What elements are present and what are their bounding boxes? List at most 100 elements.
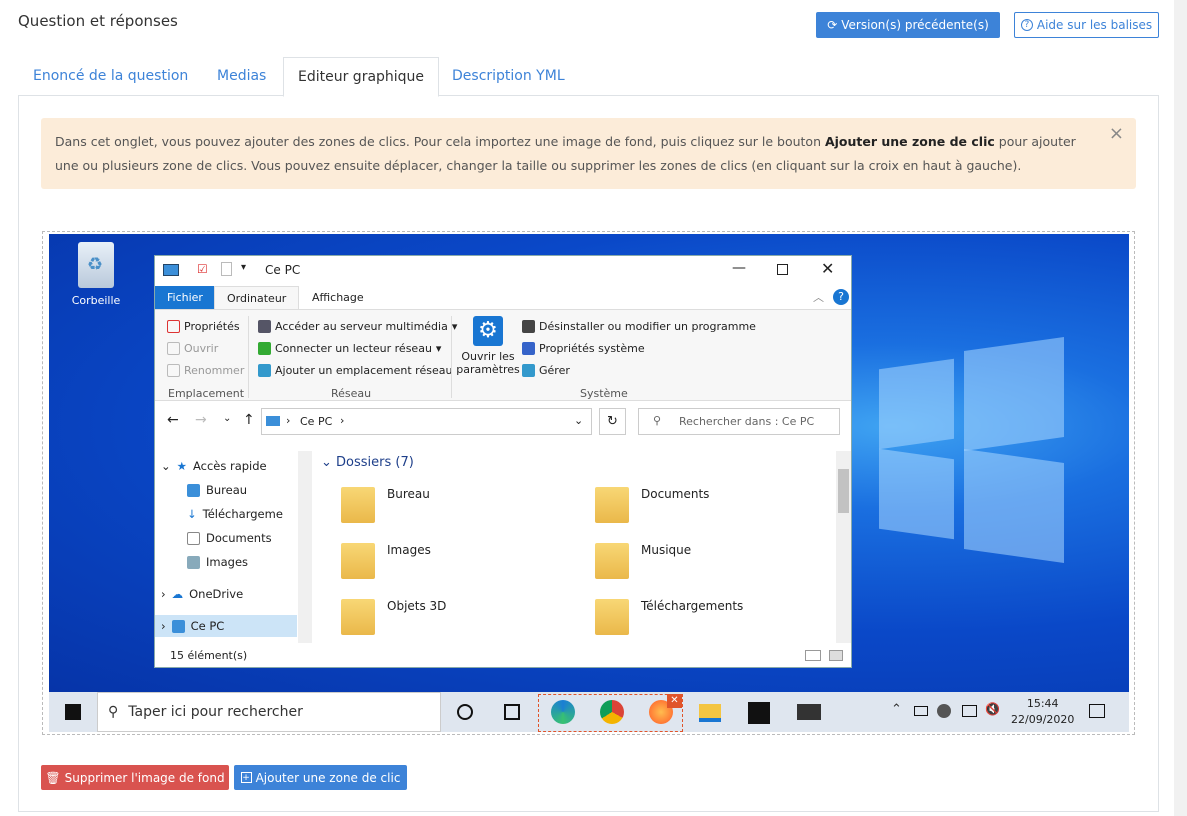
ribbon-tab-file[interactable]: Fichier xyxy=(155,286,215,309)
folder-desktop-icon[interactable] xyxy=(341,481,379,523)
help-tags-button[interactable]: ? Aide sur les balises xyxy=(1014,12,1159,38)
chevron-right-icon: › xyxy=(161,619,166,633)
folder-images-icon[interactable] xyxy=(341,537,379,579)
ribbon-open-label: Ouvrir xyxy=(184,342,219,355)
nav-this-pc[interactable]: › Ce PC xyxy=(155,615,297,637)
nav-downloads[interactable]: ↓ Téléchargeme xyxy=(187,503,283,525)
folder-music-icon[interactable] xyxy=(595,537,633,579)
nav-scrollbar[interactable] xyxy=(298,451,312,643)
ribbon-rename[interactable]: Renommer xyxy=(167,364,244,377)
folder-desktop-label[interactable]: Bureau xyxy=(387,487,430,501)
content-scrollbar[interactable] xyxy=(836,451,851,643)
dropdown-icon: ▾ xyxy=(241,262,247,273)
click-zone[interactable] xyxy=(538,694,683,732)
info-alert: Dans cet onglet, vous pouvez ajouter des… xyxy=(41,118,1136,189)
ribbon-tab-computer[interactable]: Ordinateur xyxy=(214,286,300,309)
plus-square-icon: + xyxy=(240,772,252,783)
ribbon-properties[interactable]: Propriétés xyxy=(167,320,240,333)
notification-icon[interactable] xyxy=(1089,704,1105,718)
up-arrow-icon[interactable]: ↑ xyxy=(243,412,255,428)
address-row: ← → ⌄ ↑ › Ce PC › ⌄ ↻ ⚲ Rechercher dans … xyxy=(155,404,851,440)
delete-background-button[interactable]: 🗑 Supprimer l'image de fond xyxy=(41,765,229,790)
nav-onedrive[interactable]: › ☁ OneDrive xyxy=(161,583,243,605)
ribbon-media-server[interactable]: Accéder au serveur multimédia ▾ xyxy=(258,320,457,333)
close-window-icon[interactable]: ✕ xyxy=(821,259,834,278)
folder-3d-objects-icon[interactable] xyxy=(341,593,379,635)
chevron-up-icon[interactable]: ︿ xyxy=(813,289,824,305)
tab-yml-description[interactable]: Description YML xyxy=(438,57,579,96)
folders-header[interactable]: ⌄ Dossiers (7) xyxy=(321,455,414,470)
chevron-right-icon: › xyxy=(161,587,166,601)
help-icon[interactable]: ? xyxy=(833,289,849,305)
large-icons-view-icon[interactable] xyxy=(829,650,843,661)
close-icon[interactable]: × xyxy=(1109,122,1124,146)
forward-arrow-icon[interactable]: → xyxy=(195,412,207,428)
speaker-muted-icon[interactable]: 🔇 xyxy=(985,702,1000,716)
close-icon[interactable]: ✕ xyxy=(667,694,682,708)
ribbon-open[interactable]: Ouvrir xyxy=(167,342,218,355)
page-scrollbar[interactable] xyxy=(1174,0,1187,816)
gear-icon: ⚙ xyxy=(473,316,503,346)
folder-images-label[interactable]: Images xyxy=(387,543,431,557)
ribbon-uninstall[interactable]: Désinstaller ou modifier un programme xyxy=(522,320,756,333)
delete-background-label: Supprimer l'image de fond xyxy=(64,770,225,785)
cortana-icon[interactable] xyxy=(457,704,473,720)
taskbar-clock[interactable]: 15:44 22/09/2020 xyxy=(1011,696,1074,728)
nav-quick-access[interactable]: ⌄ ★ Accès rapide xyxy=(161,455,267,477)
folder-documents-icon[interactable] xyxy=(595,481,633,523)
address-bar[interactable]: › Ce PC › ⌄ xyxy=(261,408,592,435)
folder-3d-objects-label[interactable]: Objets 3D xyxy=(387,599,446,613)
taskbar-search-input[interactable]: ⚲ Taper ici pour rechercher xyxy=(97,692,441,732)
back-arrow-icon[interactable]: ← xyxy=(167,412,179,428)
chevron-up-icon[interactable]: ⌃ xyxy=(891,702,902,717)
manage-icon xyxy=(522,364,535,377)
network-error-icon[interactable] xyxy=(937,704,951,718)
previous-versions-label: Version(s) précédente(s) xyxy=(841,18,989,32)
folder-documents-label[interactable]: Documents xyxy=(641,487,709,501)
trash-icon: 🗑 xyxy=(45,770,61,785)
wired-network-icon[interactable] xyxy=(962,705,977,717)
nav-documents[interactable]: Documents xyxy=(187,527,272,549)
chevron-down-icon[interactable]: ⌄ xyxy=(574,414,583,427)
ribbon-manage[interactable]: Gérer xyxy=(522,364,570,377)
ribbon-add-location[interactable]: Ajouter un emplacement réseau xyxy=(258,364,452,377)
maximize-icon[interactable] xyxy=(777,264,788,275)
refresh-icon[interactable]: ↻ xyxy=(599,408,626,435)
store-icon[interactable] xyxy=(748,702,770,724)
file-explorer-icon[interactable] xyxy=(699,704,721,722)
folder-music-label[interactable]: Musique xyxy=(641,543,691,557)
details-view-icon[interactable] xyxy=(805,650,821,661)
ribbon-group-system: Système xyxy=(580,387,628,400)
nav-desktop[interactable]: Bureau xyxy=(187,479,247,501)
chevron-right-icon: › xyxy=(340,414,345,427)
folder-downloads-label[interactable]: Téléchargements xyxy=(641,599,743,613)
add-click-zone-button[interactable]: + Ajouter une zone de clic xyxy=(234,765,407,790)
scrollbar-thumb[interactable] xyxy=(838,469,849,513)
chevron-down-icon[interactable]: ⌄ xyxy=(223,413,231,424)
nav-images[interactable]: Images xyxy=(187,551,248,573)
computer-icon xyxy=(163,264,179,276)
media-server-icon xyxy=(258,320,271,333)
previous-versions-button[interactable]: ⟳ Version(s) précédente(s) xyxy=(816,12,1000,38)
tab-medias[interactable]: Medias xyxy=(203,57,280,96)
ribbon-system-properties[interactable]: Propriétés système xyxy=(522,342,645,355)
ribbon-manage-label: Gérer xyxy=(539,364,570,377)
mail-icon[interactable] xyxy=(797,704,821,720)
tab-bar: Enoncé de la question Medias Editeur gra… xyxy=(18,57,1159,97)
folder-content: ⌄ Dossiers (7) Bureau Documents Images M… xyxy=(315,451,835,643)
explorer-search-input[interactable]: ⚲ Rechercher dans : Ce PC xyxy=(638,408,840,435)
ribbon-group-network: Réseau xyxy=(331,387,372,400)
tab-graphic-editor[interactable]: Editeur graphique xyxy=(283,57,440,97)
ribbon-tab-view[interactable]: Affichage xyxy=(300,286,376,309)
battery-icon[interactable] xyxy=(914,706,928,716)
minimize-icon[interactable]: — xyxy=(732,260,746,276)
task-view-icon[interactable] xyxy=(504,704,520,720)
ribbon-open-settings[interactable]: ⚙ Ouvrir les paramètres xyxy=(456,316,520,376)
explorer-titlebar: ☑ ▾ Ce PC — ✕ xyxy=(155,256,851,285)
windows-start-icon[interactable] xyxy=(65,704,81,720)
tab-statement[interactable]: Enoncé de la question xyxy=(19,57,202,96)
navigation-pane: ⌄ ★ Accès rapide Bureau ↓ Téléchargeme Docu… xyxy=(155,451,313,643)
page: Question et réponses ⟳ Version(s) précéd… xyxy=(0,0,1187,816)
ribbon-map-drive[interactable]: Connecter un lecteur réseau ▾ xyxy=(258,342,441,355)
folder-downloads-icon[interactable] xyxy=(595,593,633,635)
